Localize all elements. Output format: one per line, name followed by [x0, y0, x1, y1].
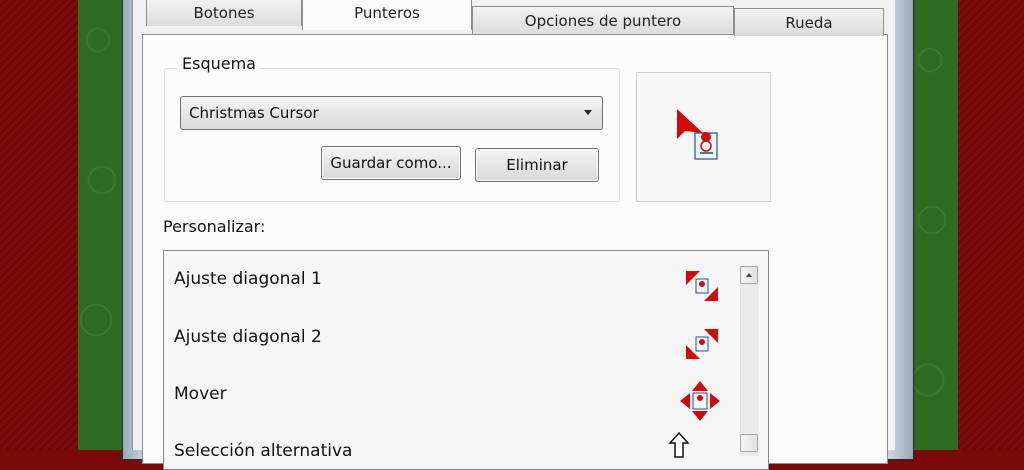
tab-pointers[interactable]: Punteros — [302, 0, 472, 30]
scheme-selected-value: Christmas Cursor — [189, 104, 319, 122]
list-item[interactable]: Ajuste diagonal 1 — [174, 269, 322, 289]
cursor-list[interactable]: Ajuste diagonal 1 Ajuste diagonal 2 Move… — [163, 250, 769, 470]
tab-wheel[interactable]: Rueda — [734, 8, 884, 36]
scroll-thumb[interactable] — [740, 434, 758, 452]
move-icon — [680, 381, 720, 421]
list-item[interactable]: Mover — [174, 384, 227, 404]
tab-label: Punteros — [354, 3, 420, 22]
scheme-dropdown[interactable]: Christmas Cursor — [180, 96, 603, 130]
tab-label: Botones — [193, 3, 255, 22]
diagonal-resize-2-icon — [686, 329, 718, 359]
desktop-wallpaper-swirl-left — [78, 0, 126, 450]
chevron-down-icon — [584, 110, 592, 115]
list-scrollbar[interactable] — [740, 266, 759, 456]
save-as-button[interactable]: Guardar como... — [321, 146, 461, 180]
tab-label: Rueda — [785, 13, 833, 32]
customize-label: Personalizar: — [163, 217, 266, 236]
delete-button[interactable]: Eliminar — [475, 148, 599, 182]
desktop-wallpaper-left — [0, 0, 78, 450]
tab-label: Opciones de puntero — [524, 11, 682, 30]
cursor-preview — [636, 72, 771, 202]
scroll-up-button[interactable] — [740, 266, 758, 284]
alternate-select-icon — [668, 431, 690, 458]
tab-buttons[interactable]: Botones — [146, 0, 302, 26]
list-item[interactable]: Ajuste diagonal 2 — [174, 327, 322, 347]
tab-pointer-options[interactable]: Opciones de puntero — [472, 6, 734, 34]
list-item[interactable]: Selección alternativa — [174, 441, 352, 461]
delete-label: Eliminar — [506, 156, 568, 174]
diagonal-resize-1-icon — [686, 271, 718, 301]
save-as-label: Guardar como... — [330, 154, 452, 172]
scheme-legend: Esquema — [178, 54, 260, 73]
desktop-wallpaper-right — [958, 0, 1024, 450]
christmas-arrow-cursor-icon — [677, 109, 718, 160]
